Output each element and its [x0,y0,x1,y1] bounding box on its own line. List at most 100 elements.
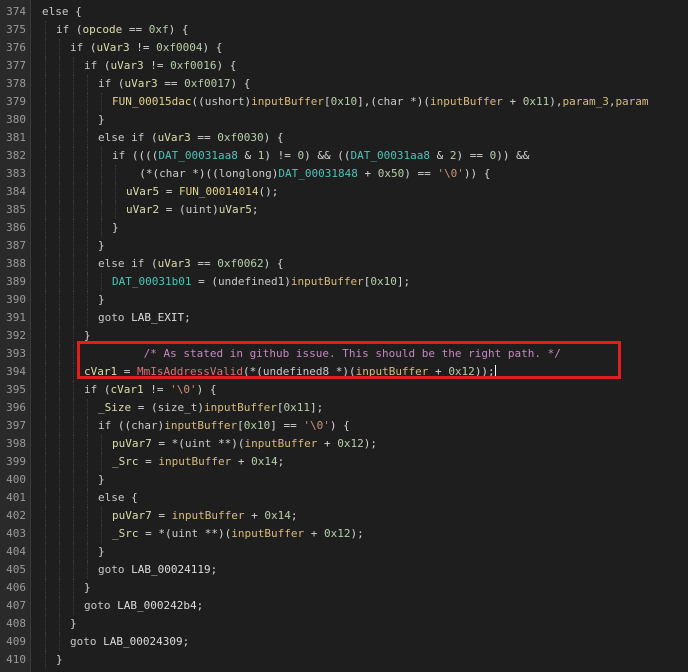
code-token: ; [182,635,190,648]
code-token: _Src [112,527,139,540]
code-line[interactable]: 375 if (opcode == 0xf) { [0,21,688,39]
code-line[interactable]: 407 goto LAB_000242b4; [0,597,688,615]
indent-guide [59,75,60,93]
indent-guide [45,93,46,111]
line-number: 387 [6,239,26,252]
code-line[interactable]: 397 if ((char)inputBuffer[0x10] == '\0') … [0,417,688,435]
indent-guide [101,453,102,471]
code-token: '\0' [170,383,197,396]
code-token: { [68,5,82,18]
line-number: 399 [6,455,26,468]
indent-guide [45,75,46,93]
indent-guide [101,525,102,543]
code-line[interactable]: 399 _Src = inputBuffer + 0x14; [0,453,688,471]
indent-guide [87,201,88,219]
code-line[interactable]: 398 puVar7 = *(uint **)(inputBuffer + 0x1… [0,435,688,453]
code-line[interactable]: 377 if (uVar3 != 0xf0016) { [0,57,688,75]
code-line[interactable]: 404} [0,543,688,561]
code-line[interactable]: 405 goto LAB_00024119; [0,561,688,579]
code-token: inputBuffer [290,275,364,288]
code-token: uint [184,437,212,450]
indent-guide [59,543,60,561]
code-token: char [159,167,186,180]
code-token: 0xf0017 [184,77,231,90]
line-code: goto LAB_00024119; [98,561,217,579]
indent-guide [73,183,74,201]
code-token: + [231,455,252,468]
code-line[interactable]: 376 if (uVar3 != 0xf0004) { [0,39,688,57]
code-line[interactable]: 385 uVar2 = (uint)uVar5; [0,201,688,219]
indent-guide [59,561,60,579]
code-line[interactable]: 396 _Size = (size_t)inputBuffer[0x11]; [0,399,688,417]
code-token: uVar5 [218,203,252,216]
indent-guide [45,219,46,237]
code-token: == [190,131,218,144]
line-code: puVar7 = *(uint **)(inputBuffer + 0x12); [112,435,377,453]
code-line[interactable]: 374 else { [0,3,688,21]
indent-guide [87,111,88,129]
code-line[interactable]: 388 else if (uVar3 == 0xf0062) { [0,255,688,273]
decompiler-code-view[interactable]: 374 else {375 if (opcode == 0xf) {376 if (u… [0,0,688,672]
code-line[interactable]: 409 goto LAB_00024309; [0,633,688,651]
code-line[interactable]: 380} [0,111,688,129]
indent-guide [59,453,60,471]
code-line[interactable]: 387} [0,237,688,255]
indent-guide [45,507,46,525]
code-line[interactable]: 403 _Src = *(uint **)(inputBuffer + 0x12)… [0,525,688,543]
line-number: 397 [6,419,26,432]
code-line[interactable]: 410} [0,651,688,669]
code-token: != [143,59,171,72]
code-line[interactable]: 406} [0,579,688,597]
code-token: 0x10 [243,419,271,432]
indent-guide [87,129,88,147]
code-line[interactable]: 408} [0,615,688,633]
indent-guide [59,57,60,75]
code-line[interactable]: 378 if (uVar3 == 0xf0017) { [0,75,688,93]
code-line[interactable]: 390} [0,291,688,309]
code-token: ), [549,95,563,108]
code-token: } [56,653,63,666]
code-token: LAB_EXIT [131,311,185,324]
line-code: goto LAB_EXIT; [98,309,191,327]
code-token: = *( [138,527,172,540]
indent-guide [73,57,74,75]
code-line[interactable]: 400} [0,471,688,489]
line-code: } [56,651,63,669]
line-code: puVar7 = inputBuffer + 0x14; [112,507,297,525]
line-number: 390 [6,293,26,306]
code-line[interactable]: 395 if (cVar1 != '\0') { [0,381,688,399]
code-token: if [84,383,98,396]
code-token: + [502,95,523,108]
code-line[interactable]: 401 else { [0,489,688,507]
code-line[interactable]: 402 puVar7 = inputBuffer + 0x14; [0,507,688,525]
code-token: + [244,509,265,522]
code-token: ) [197,401,204,414]
indent-guide [87,165,88,183]
code-token: uVar3 [157,131,191,144]
indent-guide [45,201,46,219]
code-token: ) { [263,257,284,270]
line-number: 398 [6,437,26,450]
code-token: = ( [159,203,186,216]
code-token: param_3 [562,95,609,108]
code-line[interactable]: 379 FUN_00015dac((ushort)inputBuffer[0x10… [0,93,688,111]
code-line[interactable]: 381 else if (uVar3 == 0xf0030) { [0,129,688,147]
code-line[interactable]: 391 goto LAB_EXIT; [0,309,688,327]
code-token: } [84,581,91,594]
line-code: DAT_00031b01 = (undefined1)inputBuffer[0… [112,273,410,291]
indent-guide [59,507,60,525]
indent-guide [73,273,74,291]
indent-guide [45,21,46,39]
code-line[interactable]: 386} [0,219,688,237]
line-number: 404 [6,545,26,558]
code-line[interactable]: 389 DAT_00031b01 = (undefined1)inputBuffe… [0,273,688,291]
line-number: 389 [6,275,26,288]
line-number: 408 [6,617,26,630]
code-line[interactable]: 382 if ((((DAT_00031aa8 & 1) != 0) && ((D… [0,147,688,165]
indent-guide [59,345,60,363]
code-line[interactable]: 383 (*(char *)((longlong)DAT_00031848 + … [0,165,688,183]
indent-guide [101,93,102,111]
indent-guide [45,183,46,201]
code-line[interactable]: 384 uVar5 = FUN_00014014(); [0,183,688,201]
indent-guide [73,219,74,237]
